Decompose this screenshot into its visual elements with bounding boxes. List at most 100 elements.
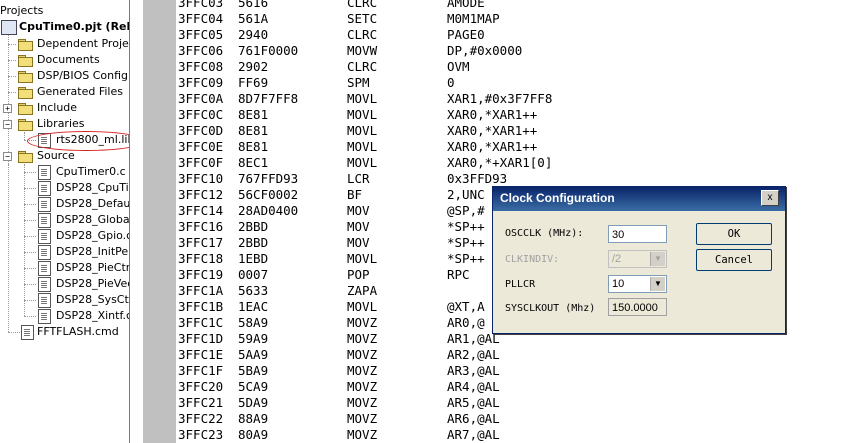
opcode: 56CF0002 xyxy=(238,187,299,202)
tree-folder-documents[interactable]: Documents xyxy=(0,52,129,68)
tree-file-cmd[interactable]: FFTFLASH.cmd xyxy=(0,324,129,340)
tree-source-file[interactable]: DSP28_GlobalV xyxy=(0,212,129,228)
clkindiv-select: /2 ▼ xyxy=(608,250,667,268)
pllcr-select[interactable]: 10 ▼ xyxy=(608,275,667,293)
mnemonic: CLRC xyxy=(347,59,378,74)
address: 3FFC1F xyxy=(178,363,224,378)
address: 3FFC16 xyxy=(178,219,224,234)
operand: @SP,# xyxy=(447,203,485,218)
operand: AR3,@AL xyxy=(447,363,500,378)
operand: PAGE0 xyxy=(447,27,485,42)
pllcr-label: PLLCR xyxy=(505,279,536,290)
operand: @XT,A xyxy=(447,299,485,314)
operand: XAR0,*+XAR1[0] xyxy=(447,155,553,170)
tree-source-file[interactable]: DSP28_CpuTim xyxy=(0,180,129,196)
operand: RPC xyxy=(447,267,470,282)
clock-config-dialog: Clock Configuration x OSCCLK (MHz): 30 C… xyxy=(492,186,786,334)
mnemonic: SPM xyxy=(347,75,370,90)
operand: 0x3FFD93 xyxy=(447,171,508,186)
c-file-icon xyxy=(38,277,51,292)
tree-folder-dspbios[interactable]: DSP/BIOS Config xyxy=(0,68,129,84)
folder-icon xyxy=(18,103,33,115)
splitter[interactable] xyxy=(130,0,143,443)
tree-folder-include[interactable]: + Include xyxy=(0,100,129,116)
opcode: 761F0000 xyxy=(238,43,299,58)
tree-folder-source[interactable]: − Source xyxy=(0,148,129,164)
address: 3FFC03 xyxy=(178,0,224,10)
opcode: 5633 xyxy=(238,283,269,298)
cancel-button[interactable]: Cancel xyxy=(696,249,772,271)
folder-open-icon xyxy=(18,151,33,163)
tree-source-file[interactable]: DSP28_Gpio.c xyxy=(0,228,129,244)
tree-source-file[interactable]: DSP28_Xintf.c xyxy=(0,308,129,324)
c-file-icon xyxy=(38,181,51,196)
opcode: 561A xyxy=(238,11,269,26)
opcode: 767FFD93 xyxy=(238,171,299,186)
operand: *SP++ xyxy=(447,235,485,250)
mnemonic: MOVZ xyxy=(347,363,378,378)
address: 3FFC21 xyxy=(178,395,224,410)
address: 3FFC1E xyxy=(178,347,224,362)
opcode: 8E81 xyxy=(238,123,269,138)
operand: *SP++ xyxy=(447,251,485,266)
address: 3FFC06 xyxy=(178,43,224,58)
mnemonic: ZAPA xyxy=(347,283,378,298)
opcode: 28AD0400 xyxy=(238,203,299,218)
tree-source-file[interactable]: DSP28_InitPer xyxy=(0,244,129,260)
mnemonic: MOVZ xyxy=(347,331,378,346)
folder-icon xyxy=(18,55,33,67)
mnemonic: MOVL xyxy=(347,299,378,314)
tree-folder-libraries[interactable]: − Libraries xyxy=(0,116,129,132)
folder-icon xyxy=(18,87,33,99)
close-icon[interactable]: x xyxy=(761,190,779,206)
expand-plus-icon[interactable]: + xyxy=(3,104,12,113)
ok-button[interactable]: OK xyxy=(696,223,772,245)
c-file-icon xyxy=(38,165,51,180)
opcode: 2940 xyxy=(238,27,269,42)
opcode: FF69 xyxy=(238,75,269,90)
operand: AR7,@AL xyxy=(447,427,500,442)
mnemonic: MOVL xyxy=(347,91,378,106)
address: 3FFC22 xyxy=(178,411,224,426)
collapse-minus-icon[interactable]: − xyxy=(3,120,12,129)
c-file-icon xyxy=(38,293,51,308)
opcode: 0007 xyxy=(238,267,269,282)
mnemonic: MOVL xyxy=(347,139,378,154)
dialog-title: Clock Configuration xyxy=(500,191,615,205)
operand: AR2,@AL xyxy=(447,347,500,362)
operand: XAR0,*XAR1++ xyxy=(447,139,538,154)
address: 3FFC08 xyxy=(178,59,224,74)
chevron-down-icon[interactable]: ▼ xyxy=(650,277,665,291)
tree-source-file[interactable]: DSP28_PieCtrl xyxy=(0,260,129,276)
opcode: 58A9 xyxy=(238,315,269,330)
c-file-icon xyxy=(38,197,51,212)
opcode: 8D7F7FF8 xyxy=(238,91,299,106)
pllcr-value: 10 xyxy=(612,278,625,290)
opcode: 8E81 xyxy=(238,107,269,122)
collapse-minus-icon[interactable]: − xyxy=(3,152,12,161)
tree-project[interactable]: CpuTime0.pjt (Rele xyxy=(0,19,129,35)
folder-icon xyxy=(18,71,33,83)
opcode: 8EC1 xyxy=(238,155,269,170)
tree-source-file[interactable]: CpuTimer0.c xyxy=(0,164,129,180)
operand: XAR0,*XAR1++ xyxy=(447,123,538,138)
tree-source-file[interactable]: DSP28_Defaul xyxy=(0,196,129,212)
dialog-title-bar[interactable]: Clock Configuration x xyxy=(493,187,785,211)
tree-source-file[interactable]: DSP28_SysCtr xyxy=(0,292,129,308)
address: 3FFC17 xyxy=(178,235,224,250)
mnemonic: MOVZ xyxy=(347,411,378,426)
tree-source-file[interactable]: DSP28_PieVect xyxy=(0,276,129,292)
operand: DP,#0x0000 xyxy=(447,43,523,58)
mnemonic: BF xyxy=(347,187,363,202)
tree-folder-dependent[interactable]: Dependent Project xyxy=(0,36,129,52)
mnemonic: CLRC xyxy=(347,0,378,10)
oscclk-input[interactable]: 30 xyxy=(608,225,667,243)
opcode: 1EBD xyxy=(238,251,269,266)
operand: AR6,@AL xyxy=(447,411,500,426)
c-file-icon xyxy=(38,213,51,228)
operand: XAR1,#0x3F7FF8 xyxy=(447,91,553,106)
address: 3FFC1B xyxy=(178,299,224,314)
address: 3FFC09 xyxy=(178,75,224,90)
tree-folder-generated[interactable]: Generated Files xyxy=(0,84,129,100)
mnemonic: MOVZ xyxy=(347,347,378,362)
